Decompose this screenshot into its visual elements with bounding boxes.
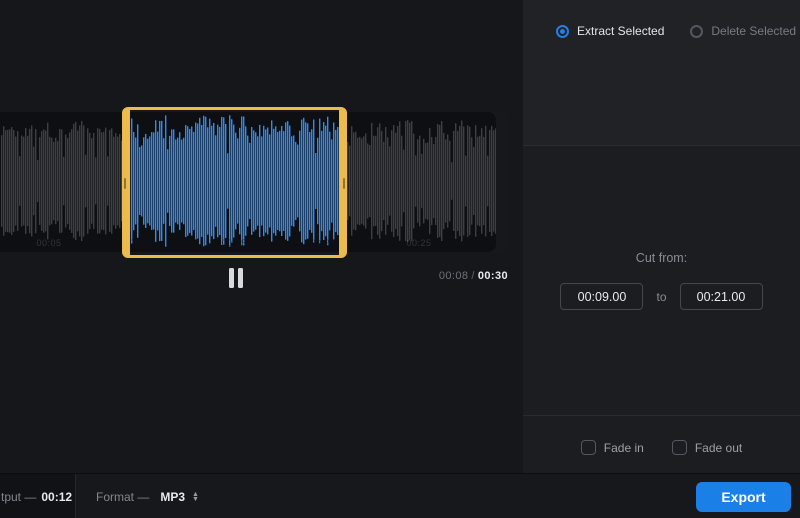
format-value[interactable]: MP3 xyxy=(160,490,185,504)
time-separator: / xyxy=(468,270,477,282)
time-display: 00:08/00:30 xyxy=(380,270,508,282)
selection-start-handle[interactable] xyxy=(124,178,126,189)
extract-selected-radio[interactable]: Extract Selected xyxy=(556,24,664,38)
output-duration-value: 00:12 xyxy=(41,490,72,504)
bottom-bar: tput — 00:12 Format — MP3 ▲▼ Export xyxy=(0,473,800,518)
cut-from-label: Cut from: xyxy=(523,251,800,265)
fade-options-row: Fade in Fade out xyxy=(523,440,800,455)
fade-in-label: Fade in xyxy=(604,441,644,455)
pause-icon xyxy=(229,268,234,288)
side-panel: Extract Selected Delete Selected Cut fro… xyxy=(523,0,800,473)
timeline-label: 00:25 xyxy=(406,238,431,248)
panel-divider xyxy=(523,415,800,416)
radio-on-icon xyxy=(556,25,569,38)
fade-in-checkbox[interactable]: Fade in xyxy=(581,440,644,455)
output-duration-section: tput — 00:12 xyxy=(0,474,76,518)
pause-icon xyxy=(238,268,243,288)
fade-out-label: Fade out xyxy=(695,441,742,455)
radio-off-icon xyxy=(690,25,703,38)
to-label: to xyxy=(656,290,666,304)
cut-end-input[interactable] xyxy=(680,283,763,310)
cut-start-input[interactable] xyxy=(560,283,643,310)
current-time: 00:08 xyxy=(439,270,469,282)
main-area: 00:0500:1000:1500:2000:2500:30 00:08/00:… xyxy=(0,0,523,473)
delete-selected-label: Delete Selected xyxy=(711,24,796,38)
format-section: Format — MP3 ▲▼ xyxy=(96,474,199,518)
selection-region[interactable] xyxy=(122,107,347,258)
timeline-label: 00:05 xyxy=(36,238,61,248)
fade-out-checkbox[interactable]: Fade out xyxy=(672,440,742,455)
mode-radio-row: Extract Selected Delete Selected xyxy=(556,24,796,38)
format-label: Format — xyxy=(96,490,149,504)
checkbox-icon xyxy=(581,440,596,455)
output-label: tput — xyxy=(1,490,36,504)
delete-selected-radio[interactable]: Delete Selected xyxy=(690,24,796,38)
cut-range-row: to xyxy=(523,283,800,310)
selection-end-handle[interactable] xyxy=(343,178,345,189)
mode-section: Extract Selected Delete Selected xyxy=(523,0,800,146)
export-button[interactable]: Export xyxy=(696,482,791,512)
total-time: 00:30 xyxy=(478,270,508,282)
checkbox-icon xyxy=(672,440,687,455)
format-stepper-icon[interactable]: ▲▼ xyxy=(192,492,199,502)
extract-selected-label: Extract Selected xyxy=(577,24,664,38)
pause-button[interactable] xyxy=(220,261,252,295)
audio-cutter-app: 00:0500:1000:1500:2000:2500:30 00:08/00:… xyxy=(0,0,800,518)
